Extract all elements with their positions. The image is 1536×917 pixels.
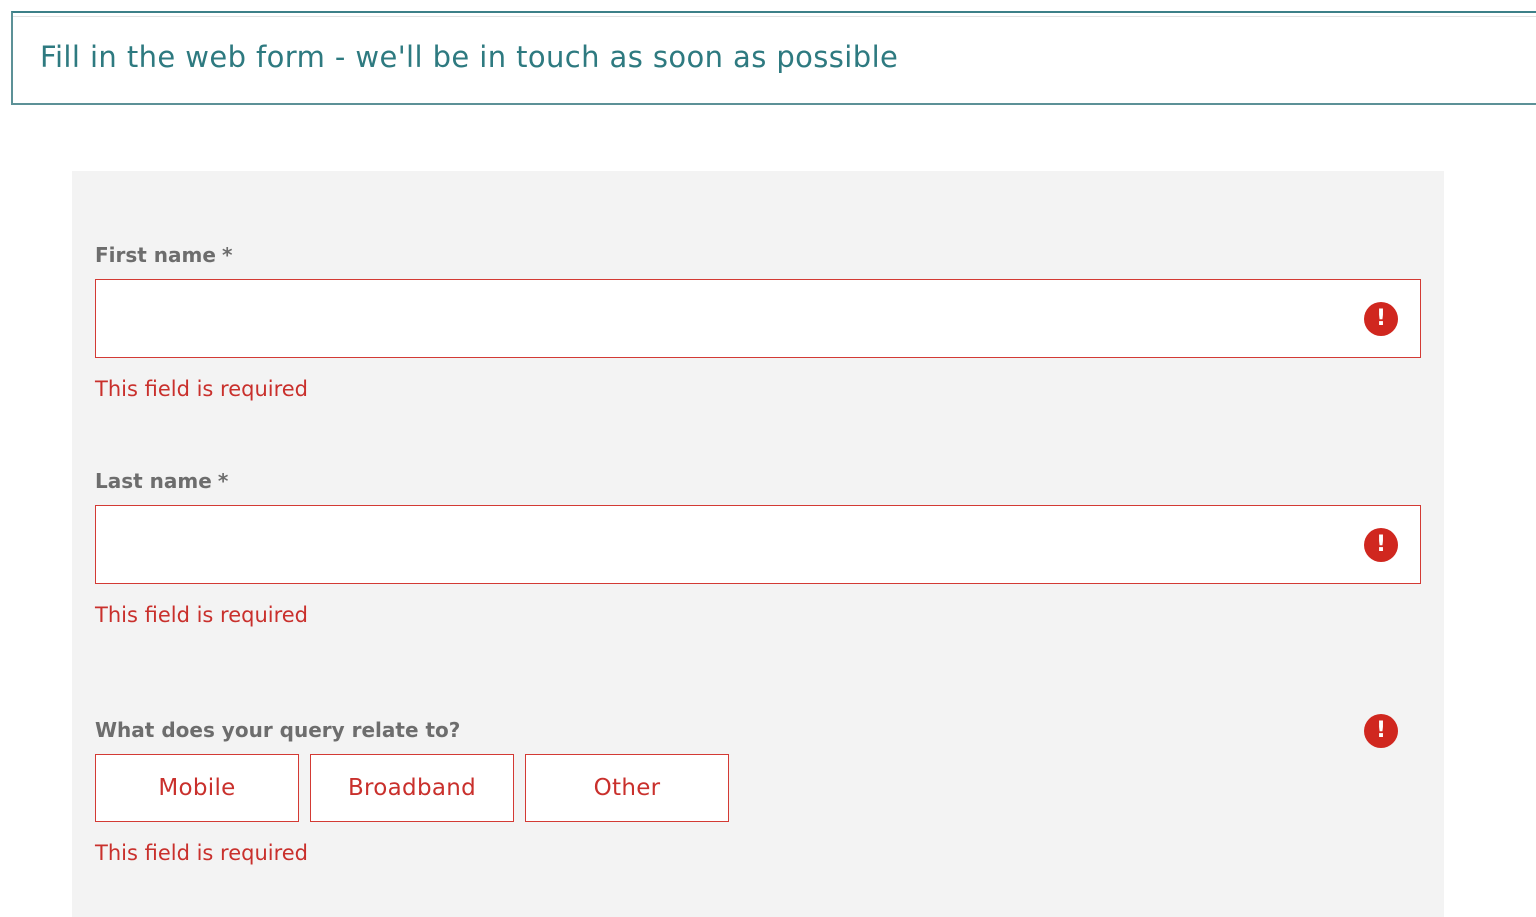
last-name-input[interactable] xyxy=(96,506,1346,583)
first-name-error-message: This field is required xyxy=(95,377,309,401)
last-name-error-message: This field is required xyxy=(95,603,309,627)
last-name-label-text: Last name xyxy=(95,469,212,493)
last-name-required-marker: * xyxy=(217,469,229,493)
form-intro-banner: Fill in the web form - we'll be in touch… xyxy=(11,11,1536,105)
last-name-label: Last name * xyxy=(95,469,228,493)
form-intro-text: Fill in the web form - we'll be in touch… xyxy=(40,40,899,74)
last-name-error-icon: ! xyxy=(1364,528,1398,562)
query-type-error-icon: ! xyxy=(1364,714,1398,748)
query-option-broadband-button[interactable]: Broadband xyxy=(310,754,514,822)
last-name-field[interactable]: ! xyxy=(95,505,1421,584)
first-name-error-icon: ! xyxy=(1364,302,1398,336)
query-option-other-button[interactable]: Other xyxy=(525,754,729,822)
query-type-label: What does your query relate to? xyxy=(95,718,461,742)
query-option-mobile-button[interactable]: Mobile xyxy=(95,754,299,822)
first-name-label: First name * xyxy=(95,243,232,267)
contact-form: First name * ! This field is required Las… xyxy=(72,171,1444,917)
query-type-options: Mobile Broadband Other xyxy=(95,754,729,822)
first-name-input[interactable] xyxy=(96,280,1346,357)
first-name-label-text: First name xyxy=(95,243,216,267)
first-name-field[interactable]: ! xyxy=(95,279,1421,358)
query-type-error-message: This field is required xyxy=(95,841,309,865)
first-name-required-marker: * xyxy=(221,243,233,267)
